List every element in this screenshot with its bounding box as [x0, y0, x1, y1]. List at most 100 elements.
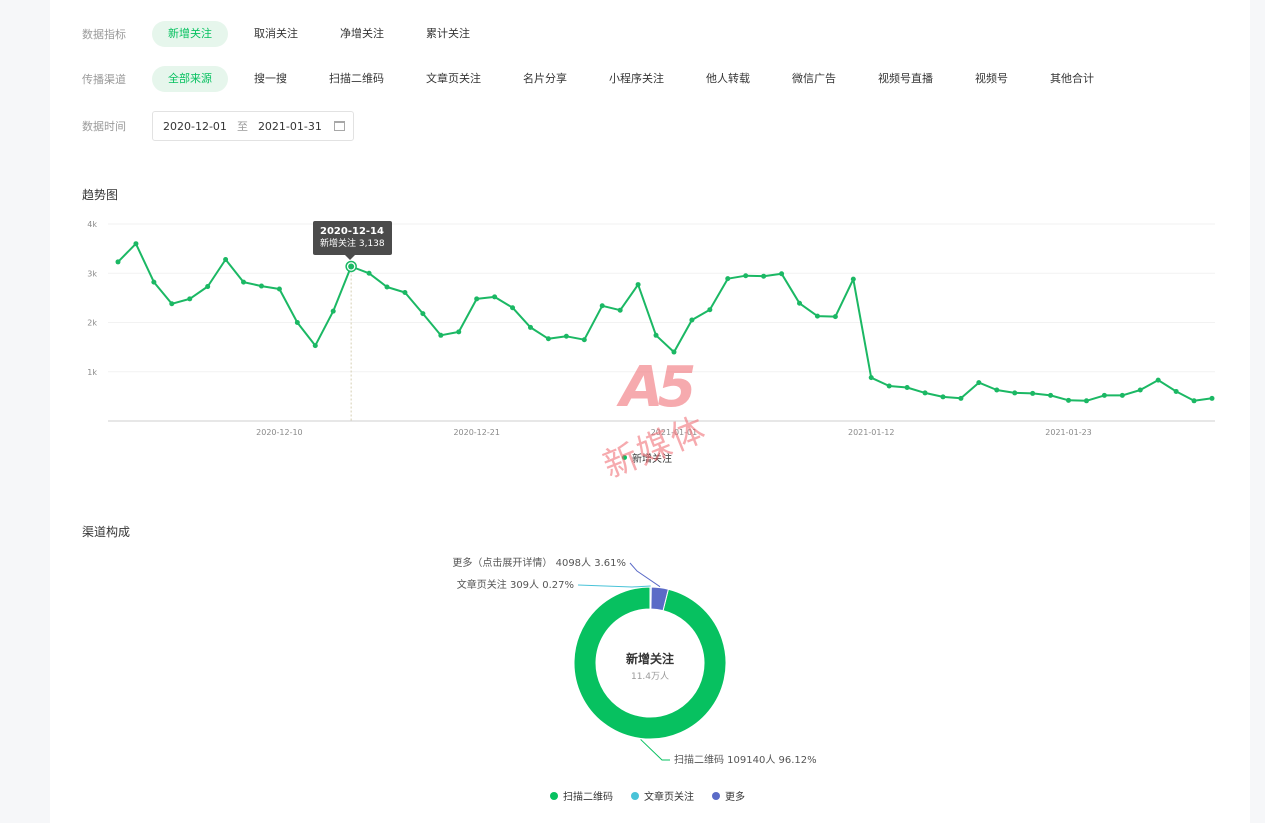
y-tick-label: 4k — [87, 220, 97, 229]
data-point — [671, 349, 677, 355]
data-point — [994, 387, 1000, 393]
data-point — [223, 256, 229, 262]
data-point — [384, 284, 390, 290]
data-point — [1083, 398, 1089, 404]
channel-pill-0[interactable]: 全部来源 — [152, 66, 228, 92]
tooltip-value: 新增关注 3,138 — [320, 239, 385, 249]
data-point — [617, 307, 623, 313]
data-point — [1012, 390, 1018, 396]
trend-title: 趋势图 — [82, 188, 119, 202]
channel-pill-5[interactable]: 小程序关注 — [593, 66, 680, 92]
channel-filter-label: 传播渠道 — [82, 73, 126, 86]
channel-title: 渠道构成 — [82, 525, 131, 539]
y-tick-label: 3k — [87, 269, 97, 278]
date-end[interactable]: 2021-01-31 — [258, 120, 322, 133]
channel-legend-label: 文章页关注 — [644, 792, 694, 803]
data-point — [1155, 377, 1161, 383]
channel-legend-item-2[interactable]: 更多 — [712, 788, 745, 803]
channel-pill-6[interactable]: 他人转载 — [690, 66, 766, 92]
metric-pill-0[interactable]: 新增关注 — [152, 21, 228, 47]
data-point — [922, 390, 928, 396]
data-point — [312, 343, 318, 349]
data-point — [169, 301, 175, 307]
metric-pill-group: 新增关注 取消关注 净增关注 累计关注 — [152, 21, 496, 47]
metric-pill-3[interactable]: 累计关注 — [410, 21, 486, 47]
legend-dot-icon — [631, 791, 639, 800]
data-point — [653, 332, 659, 338]
metric-pill-2[interactable]: 净增关注 — [324, 21, 400, 47]
channel-legend-label: 更多 — [725, 792, 745, 803]
data-point — [294, 320, 300, 325]
legend-dot-icon — [550, 791, 558, 800]
channel-pill-3[interactable]: 文章页关注 — [410, 66, 497, 92]
data-point — [456, 329, 462, 335]
channel-pill-9[interactable]: 视频号 — [959, 66, 1024, 92]
data-point — [958, 395, 964, 401]
date-start[interactable]: 2020-12-01 — [163, 120, 227, 133]
channel-legend-item-1[interactable]: 文章页关注 — [631, 788, 694, 803]
data-point — [1066, 397, 1072, 403]
channel-pill-4[interactable]: 名片分享 — [507, 66, 583, 92]
metric-filter-row: 数据指标 新增关注 取消关注 净增关注 累计关注 — [82, 21, 496, 47]
data-point — [832, 314, 838, 320]
data-point — [366, 270, 372, 276]
channel-pill-group: 全部来源 搜一搜 扫描二维码 文章页关注 名片分享 小程序关注 他人转载 微信广告 视频号直播视… — [152, 66, 1120, 92]
data-point — [330, 308, 336, 314]
data-point — [779, 271, 785, 277]
channel-pill-2[interactable]: 扫描二维码 — [313, 66, 400, 92]
channel-pill-1[interactable]: 搜一搜 — [238, 66, 303, 92]
data-point — [258, 283, 264, 289]
data-point — [1119, 392, 1125, 398]
legend-dot-icon — [712, 791, 720, 800]
slice-label: 文章页关注 309人 0.27% — [457, 578, 574, 591]
y-tick-label: 2k — [87, 319, 97, 328]
time-filter-label: 数据时间 — [82, 120, 126, 133]
channel-legend-item-0[interactable]: 扫描二维码 — [550, 788, 613, 803]
content-panel: 数据指标 新增关注 取消关注 净增关注 累计关注 传播渠道 全部来源 搜一搜 扫描二维码文… — [50, 0, 1250, 823]
data-point — [205, 284, 211, 290]
data-point — [1030, 390, 1036, 396]
data-point — [940, 394, 946, 400]
chart-tooltip: 2020-12-14 新增关注 3,138 — [313, 221, 392, 260]
data-point — [814, 313, 820, 319]
channel-pill-7[interactable]: 微信广告 — [776, 66, 852, 92]
time-filter-row: 数据时间 2020-12-01 至 2021-01-31 — [82, 111, 354, 141]
data-point — [904, 385, 910, 391]
data-point — [563, 333, 569, 339]
data-point — [115, 259, 121, 265]
data-point — [1191, 398, 1197, 404]
leader-line — [577, 584, 651, 588]
donut-center-title: 新增关注 — [626, 651, 674, 666]
data-point — [492, 294, 498, 300]
data-point — [797, 300, 803, 306]
data-point — [1173, 388, 1179, 394]
leader-line — [629, 562, 661, 588]
channel-filter-row: 传播渠道 全部来源 搜一搜 扫描二维码 文章页关注 名片分享 小程序关注 他人转载 微信广告视… — [82, 66, 1120, 92]
data-point — [402, 289, 408, 295]
channel-pill-8[interactable]: 视频号直播 — [862, 66, 949, 92]
channel-legend: 扫描二维码 文章页关注 更多 — [550, 788, 763, 803]
slice-label: 扫描二维码 109140人 96.12% — [674, 753, 817, 766]
metric-pill-1[interactable]: 取消关注 — [238, 21, 314, 47]
channel-legend-label: 扫描二维码 — [563, 792, 613, 803]
data-point — [761, 273, 767, 279]
data-point — [474, 296, 480, 302]
metric-filter-label: 数据指标 — [82, 28, 126, 41]
leader-line — [640, 739, 670, 761]
x-tick-label: 2021-01-12 — [848, 428, 895, 437]
channel-donut-chart: 新增关注 11.4万人 更多（点击展开详情） 4098人 3.61% 文章页关注 30… — [452, 556, 817, 766]
data-point — [976, 380, 982, 386]
data-point — [151, 279, 157, 285]
data-point — [599, 303, 605, 309]
tooltip-date: 2020-12-14 — [320, 226, 384, 237]
channel-pill-10[interactable]: 其他合计 — [1034, 66, 1110, 92]
calendar-icon[interactable] — [333, 121, 345, 131]
watermark: A5 新媒体 — [580, 355, 730, 495]
date-range-picker[interactable]: 2020-12-01 至 2021-01-31 — [152, 111, 354, 141]
x-tick-label: 2021-01-23 — [1045, 428, 1092, 437]
x-tick-label: 2020-12-21 — [453, 428, 500, 437]
data-point — [187, 296, 193, 302]
data-point — [241, 279, 247, 285]
slice-label: 更多（点击展开详情） 4098人 3.61% — [452, 556, 626, 569]
date-separator: 至 — [236, 120, 248, 133]
